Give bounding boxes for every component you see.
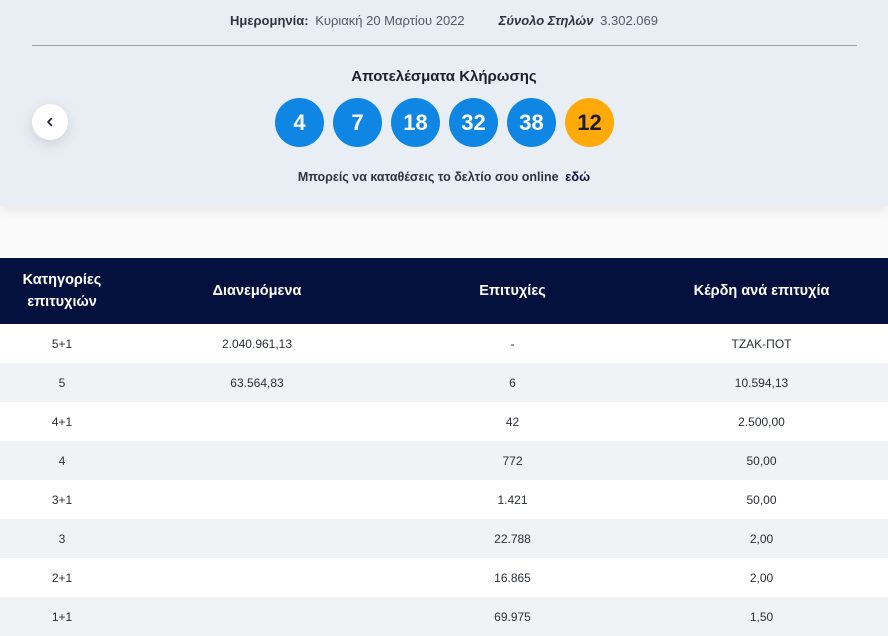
- cell-distributed: 2.040.961,13: [221, 336, 293, 351]
- table-row: 1+1 69.975 1,50: [0, 597, 888, 636]
- joker-ball: 12: [565, 98, 614, 147]
- cell-category: 5+1: [51, 336, 73, 351]
- cell-winners: 772: [502, 453, 523, 468]
- cell-winners: -: [510, 336, 515, 351]
- cell-distributed: [124, 480, 390, 519]
- prize-table: Κατηγορίες επιτυχιών Διανεμόμενα Επιτυχί…: [0, 258, 888, 636]
- number-ball: 38: [507, 98, 556, 147]
- total-columns: Σύνολο Στηλών 3.302.069: [499, 13, 658, 28]
- cell-prize: 2.500,00: [738, 414, 785, 429]
- draw-date: Ημερομηνία: Κυριακή 20 Μαρτίου 2022: [230, 13, 465, 28]
- cell-distributed: 63.564,83: [230, 375, 284, 390]
- header-category: Κατηγορίες επιτυχιών: [22, 272, 102, 310]
- chevron-left-icon: [47, 117, 53, 127]
- divider: [32, 45, 857, 46]
- number-ball: 4: [275, 98, 324, 147]
- draw-results-panel: Ημερομηνία: Κυριακή 20 Μαρτίου 2022 Σύνο…: [0, 0, 888, 206]
- cell-distributed: [124, 441, 390, 480]
- draw-date-value: Κυριακή 20 Μαρτίου 2022: [315, 13, 465, 28]
- number-ball: 7: [333, 98, 382, 147]
- cell-category: 4+1: [51, 414, 73, 429]
- online-bet-link[interactable]: εδώ: [565, 169, 590, 184]
- cell-prize: 2,00: [749, 531, 774, 546]
- table-row: 4 772 50,00: [0, 441, 888, 480]
- online-bet-text: Μπορείς να καταθέσεις το δελτίο σου onli…: [0, 169, 888, 184]
- cell-prize: 1,50: [749, 609, 774, 624]
- cell-winners: 1.421: [497, 492, 528, 507]
- cell-winners: 22.788: [494, 531, 531, 546]
- cell-prize: 10.594,13: [734, 375, 789, 390]
- cell-prize: 50,00: [746, 453, 777, 468]
- cell-winners: 6: [509, 375, 516, 390]
- header-prize: Κέρδη ανά επιτυχία: [693, 283, 830, 299]
- cell-category: 4: [58, 453, 66, 468]
- cell-distributed: [124, 402, 390, 441]
- previous-draw-button[interactable]: [32, 104, 68, 140]
- cell-category: 1+1: [51, 609, 73, 624]
- cell-winners: 42: [505, 414, 520, 429]
- cell-prize: 2,00: [749, 570, 774, 585]
- table-row: 2+1 16.865 2,00: [0, 558, 888, 597]
- header-winners: Επιτυχίες: [479, 283, 546, 299]
- cell-distributed: [124, 558, 390, 597]
- prize-table-header: Κατηγορίες επιτυχιών Διανεμόμενα Επιτυχί…: [0, 258, 888, 324]
- cell-distributed: [124, 597, 390, 636]
- table-row: 5 63.564,83 6 10.594,13: [0, 363, 888, 402]
- cell-distributed: [124, 519, 390, 558]
- cell-category: 5: [58, 375, 66, 390]
- table-row: 3+1 1.421 50,00: [0, 480, 888, 519]
- draw-meta: Ημερομηνία: Κυριακή 20 Μαρτίου 2022 Σύνο…: [0, 13, 888, 28]
- cell-category: 2+1: [51, 570, 73, 585]
- table-row: 3 22.788 2,00: [0, 519, 888, 558]
- winning-numbers: 4 7 18 32 38 12: [275, 98, 614, 147]
- cell-prize: 50,00: [746, 492, 777, 507]
- results-title: Αποτελέσματα Κλήρωσης: [351, 68, 537, 85]
- cell-winners: 69.975: [494, 609, 531, 624]
- header-distributed: Διανεμόμενα: [212, 283, 302, 299]
- total-columns-label: Σύνολο Στηλών: [498, 13, 594, 28]
- table-row: 4+1 42 2.500,00: [0, 402, 888, 441]
- cell-category: 3+1: [51, 492, 73, 507]
- number-ball: 18: [391, 98, 440, 147]
- online-bet-label: Μπορείς να καταθέσεις το δελτίο σου onli…: [297, 170, 559, 184]
- total-columns-value: 3.302.069: [600, 13, 658, 28]
- table-row: 5+1 2.040.961,13 - ΤΖΑΚ-ΠΟΤ: [0, 324, 888, 363]
- cell-winners: 16.865: [494, 570, 531, 585]
- cell-category: 3: [58, 531, 66, 546]
- draw-date-label: Ημερομηνία:: [230, 13, 309, 28]
- cell-prize: ΤΖΑΚ-ΠΟΤ: [731, 336, 792, 351]
- number-ball: 32: [449, 98, 498, 147]
